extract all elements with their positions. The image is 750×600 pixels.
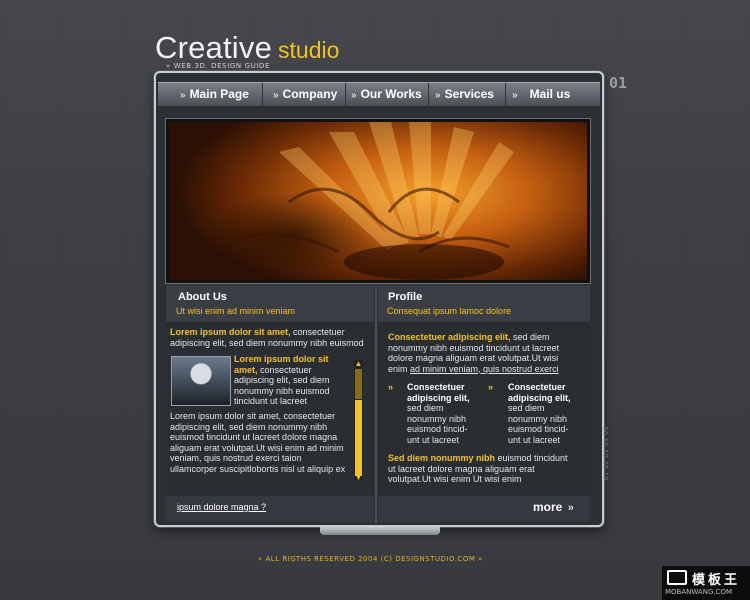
nav-arrow-icon: » [435,90,441,101]
more-button[interactable]: more » [533,500,574,514]
about-body-text: Lorem ipsum dolor sit amet, consectetuer… [170,411,346,474]
scroll-down-icon[interactable]: ▼ [353,474,364,482]
profile-col-2-bold: Consectetuer adipiscing elit, [508,382,571,403]
nav-arrow-icon: » [351,90,357,101]
scroll-up-icon[interactable]: ▲ [353,360,364,368]
profile-bottom-bold: Sed diem nonummy nibh [388,453,496,463]
nav-arrow-icon: » [512,90,518,101]
nav-item-mail-us[interactable]: » Mail us [506,83,600,107]
panel-divider [375,285,377,523]
about-float-text: Lorem ipsum dolor sit amet, consectetuer… [234,354,338,407]
about-scrollbar-thumb[interactable] [355,400,362,476]
about-subtitle: Ut wisi enim ad minim veniam [176,306,296,316]
hero-image [169,122,587,280]
bullet-arrow-icon: » [488,382,494,392]
side-code: 01 02 03 04 05 [604,425,610,480]
profile-col-1-bold: Consectetuer adipiscing elit, [407,382,470,403]
about-lead-bold: Lorem ipsum dolor sit amet, [170,327,291,337]
watermark-cn: 模板王 [692,573,741,588]
about-title: About Us [178,291,227,303]
nav-item-company[interactable]: » Company [263,83,346,107]
nav-label: Company [282,87,338,101]
nav-label: Our Works [360,87,422,101]
profile-col-1: Consectetuer adipiscing elit, sed diem n… [407,382,481,445]
more-label: more [533,500,563,514]
nav-arrow-icon: » [180,90,186,101]
brand-accent: studio [278,37,340,63]
watermark-icon [667,570,687,585]
about-lead: Lorem ipsum dolor sit amet, consectetuer… [170,327,370,348]
profile-col-1-rest: sed diem nonummy nibh euismod tincid- un… [407,403,468,445]
nav-label: Services [444,87,494,101]
brand-logo[interactable]: Creative studio [155,30,339,66]
profile-col-2-rest: sed diem nonummy nibh euismod tincid- un… [508,403,569,445]
nav-item-main-page[interactable]: » Main Page [158,83,263,107]
hero-banner [165,118,591,284]
about-footer-link[interactable]: ipsum dolore magna ? [177,502,266,512]
section-number: 01 [609,74,628,92]
nav-label: Main Page [189,87,249,101]
profile-lead-bold: Consectetuer adipiscing elit, [388,332,511,342]
profile-header: Profile Consequat ipsum lamoc dolore [378,285,590,323]
nav-item-services[interactable]: » Services [429,83,506,107]
hero-rays-graphic [228,122,514,280]
nav-arrow-icon: » [273,90,279,101]
nav-label: Mail us [529,87,571,101]
brand-tagline: » WEB.3D. DESIGN GUIDE [166,62,271,70]
profile-subtitle: Consequat ipsum lamoc dolore [387,306,512,316]
profile-lead: Consectetuer adipiscing elit, sed diem n… [388,332,572,374]
brand-name: Creative [155,30,273,65]
profile-title: Profile [388,291,423,303]
frame-bottom-tab [320,527,440,535]
main-nav: » Main Page » Company » Our Works » Services… [158,82,600,107]
nav-item-our-works[interactable]: » Our Works [346,83,429,107]
bullet-arrow-icon: » [388,382,394,392]
about-thumbnail [171,356,231,406]
copyright-text: « ALL RIGTHS RESERVED 2004 (C) DESIGNSTU… [258,555,483,563]
more-arrow-icon: » [567,502,574,514]
about-header: About Us Ut wisi enim ad minim veniam [166,285,374,323]
about-scrollbar-upper [355,369,362,399]
watermark-url: MOBANWANG.COM [665,588,733,596]
profile-bottom-text: Sed diem nonummy nibh euismod tincidunt … [388,453,572,485]
profile-col-2: Consectetuer adipiscing elit, sed diem n… [508,382,582,445]
profile-lead-link[interactable]: ad minim veniam, quis nostrud exerci [410,364,559,374]
watermark-logo: 模板王 MOBANWANG.COM [662,566,750,600]
